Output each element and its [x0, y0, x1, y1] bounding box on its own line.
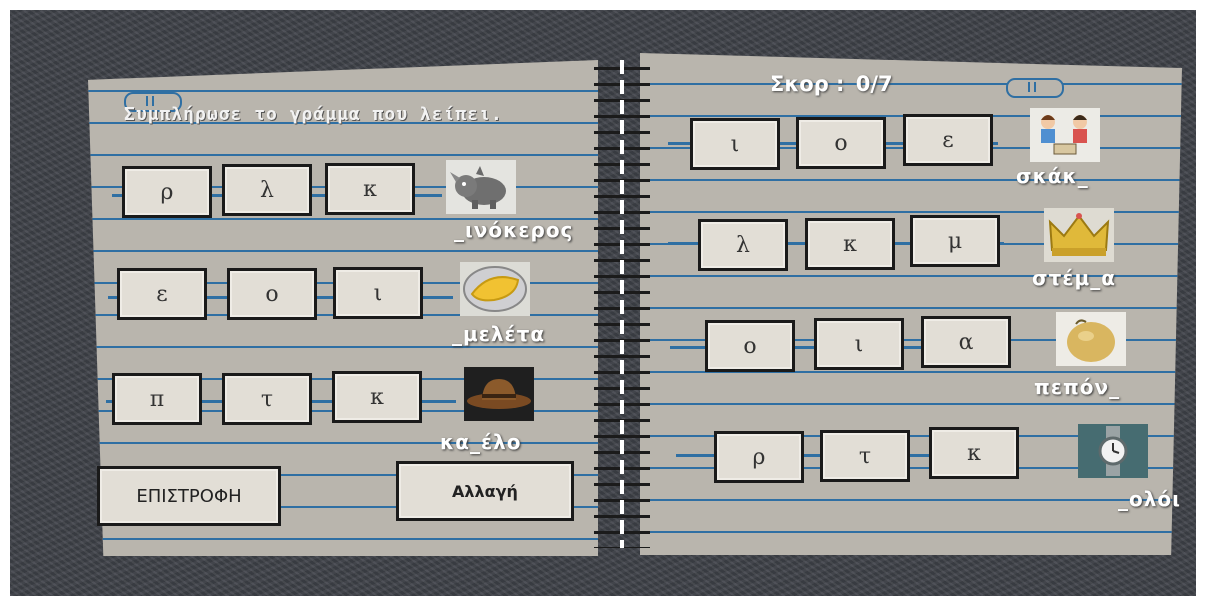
letter-tile[interactable]: τ: [222, 373, 312, 425]
letter-tile[interactable]: ο: [227, 268, 317, 320]
letter-tile[interactable]: τ: [820, 430, 910, 482]
letter-tile[interactable]: κ: [929, 427, 1019, 479]
score-display: Σκορ : 0/7: [770, 72, 893, 96]
word-hint: στέμ_α: [1032, 266, 1116, 290]
page-hole-right: [1006, 78, 1064, 98]
letter-tile[interactable]: ι: [690, 118, 780, 170]
letter-tile[interactable]: ο: [705, 320, 795, 372]
letter-tile[interactable]: α: [921, 316, 1011, 368]
letter-tile[interactable]: λ: [698, 219, 788, 271]
word-hint: κα_έλο: [440, 430, 522, 454]
crown-icon: [1044, 208, 1114, 262]
melon-icon: [1056, 312, 1126, 366]
omelette-icon: [460, 262, 530, 316]
letter-tile[interactable]: π: [112, 373, 202, 425]
word-hint: σκάκ_: [1016, 164, 1089, 188]
letter-tile[interactable]: κ: [805, 218, 895, 270]
notebook-spiral: [594, 60, 650, 548]
letter-tile[interactable]: ε: [903, 114, 993, 166]
letter-tile[interactable]: κ: [325, 163, 415, 215]
change-button[interactable]: Αλλαγή: [396, 461, 574, 521]
letter-tile[interactable]: ρ: [714, 431, 804, 483]
letter-tile[interactable]: ε: [117, 268, 207, 320]
word-hint: πεπόν_: [1034, 375, 1121, 399]
letter-tile[interactable]: ι: [814, 318, 904, 370]
word-hint: _μελέτα: [452, 322, 546, 346]
watch-icon: [1078, 424, 1148, 478]
rhino-icon: [446, 160, 516, 214]
letter-tile[interactable]: ο: [796, 117, 886, 169]
letter-tile[interactable]: λ: [222, 164, 312, 216]
hat-icon: [464, 367, 534, 421]
chess-kids-icon: [1030, 108, 1100, 162]
score-value: 0/7: [855, 72, 893, 96]
word-hint: _ινόκερος: [454, 218, 574, 242]
score-label: Σκορ :: [770, 72, 845, 96]
instruction-text: Συμπλήρωσε το γράμμα που λείπει.: [124, 104, 503, 125]
word-hint: _ολόι: [1118, 487, 1181, 511]
letter-tile[interactable]: μ: [910, 215, 1000, 267]
back-button[interactable]: ΕΠΙΣΤΡΟΦΗ: [97, 466, 281, 526]
letter-tile[interactable]: ι: [333, 267, 423, 319]
letter-tile[interactable]: κ: [332, 371, 422, 423]
letter-tile[interactable]: ρ: [122, 166, 212, 218]
